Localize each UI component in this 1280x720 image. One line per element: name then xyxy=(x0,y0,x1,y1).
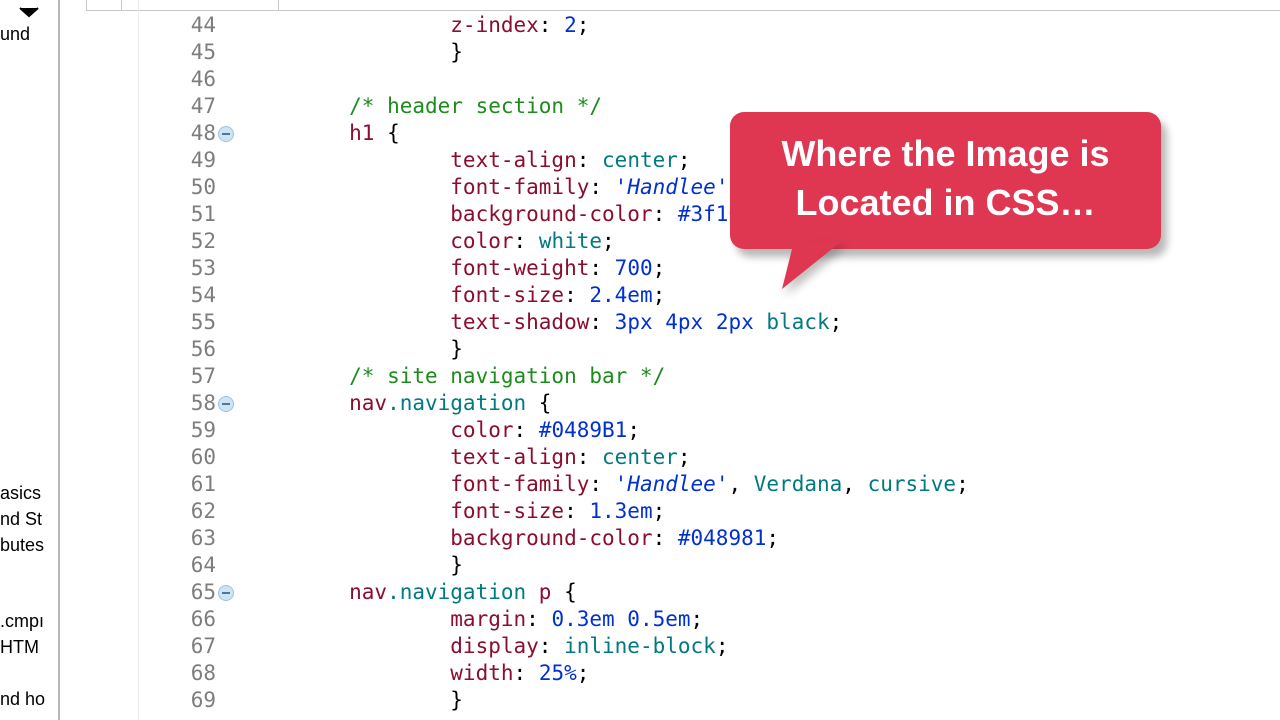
sidebar-item-fragment[interactable]: nd ho xyxy=(0,686,45,712)
line-number: 61 xyxy=(158,471,218,498)
line-number: 69 xyxy=(158,687,218,714)
app-root: und asics nd St butes .cmpı HTM nd ho 44… xyxy=(0,0,1280,720)
code-text[interactable]: /* site navigation bar */ xyxy=(218,363,665,390)
panel-dropdown-icon[interactable] xyxy=(14,3,44,21)
code-text[interactable]: text-shadow: 3px 4px 2px black; xyxy=(218,309,842,336)
sidebar-text-fragment: und xyxy=(0,24,30,45)
line-number: 60 xyxy=(158,444,218,471)
code-line[interactable]: 57 /* site navigation bar */ xyxy=(158,363,1280,390)
sidebar-fragment-group-1: asics nd St butes xyxy=(0,480,44,558)
code-text[interactable]: text-align: center; xyxy=(218,147,691,174)
code-text[interactable]: background-color: #048981; xyxy=(218,525,779,552)
line-number: 68 xyxy=(158,660,218,687)
code-text[interactable]: color: white; xyxy=(218,228,615,255)
sidebar-item-fragment[interactable]: asics xyxy=(0,480,44,506)
line-number: 56 xyxy=(158,336,218,363)
code-text[interactable]: } xyxy=(218,687,463,714)
code-text[interactable]: } xyxy=(218,39,463,66)
line-number: 67 xyxy=(158,633,218,660)
line-number: 66 xyxy=(158,606,218,633)
line-number: 54 xyxy=(158,282,218,309)
code-text[interactable]: display: inline-block; xyxy=(218,633,728,660)
code-text[interactable]: } xyxy=(218,336,463,363)
sidebar-item-fragment[interactable]: .cmpı xyxy=(0,608,45,634)
code-line[interactable]: 45 } xyxy=(158,39,1280,66)
sidebar-item-fragment[interactable]: butes xyxy=(0,532,44,558)
fold-toggle-icon[interactable] xyxy=(218,126,234,142)
code-line[interactable]: 60 text-align: center; xyxy=(158,444,1280,471)
sidebar-item-fragment xyxy=(0,660,45,686)
sidebar-item-fragment[interactable]: HTM xyxy=(0,634,45,660)
code-line[interactable]: 56 } xyxy=(158,336,1280,363)
line-number: 45 xyxy=(158,39,218,66)
code-line[interactable]: 62 font-size: 1.3em; xyxy=(158,498,1280,525)
code-line[interactable]: 66 margin: 0.3em 0.5em; xyxy=(158,606,1280,633)
code-line[interactable]: 53 font-weight: 700; xyxy=(158,255,1280,282)
code-text[interactable]: width: 25%; xyxy=(218,660,589,687)
editor-tabbar xyxy=(86,0,1280,11)
line-number: 63 xyxy=(158,525,218,552)
fold-toggle-icon[interactable] xyxy=(218,585,234,601)
code-line[interactable]: 46 xyxy=(158,66,1280,93)
line-number: 47 xyxy=(158,93,218,120)
code-line[interactable]: 44 z-index: 2; xyxy=(158,12,1280,39)
code-line[interactable]: 63 background-color: #048981; xyxy=(158,525,1280,552)
line-number: 51 xyxy=(158,201,218,228)
code-text[interactable]: font-size: 2.4em; xyxy=(218,282,665,309)
line-number: 46 xyxy=(158,66,218,93)
line-number: 48 xyxy=(158,120,218,147)
code-line[interactable]: 59 color: #0489B1; xyxy=(158,417,1280,444)
code-text[interactable]: color: #0489B1; xyxy=(218,417,640,444)
code-text[interactable]: nav.navigation p { xyxy=(218,579,577,606)
code-text[interactable]: h1 { xyxy=(218,120,400,147)
editor-tab-divider xyxy=(278,0,279,10)
sidebar-fragment: und asics nd St butes .cmpı HTM nd ho xyxy=(0,0,60,720)
code-line[interactable]: 65 nav.navigation p { xyxy=(158,579,1280,606)
code-text[interactable]: font-family: 'Handlee', Verdana, cursive… xyxy=(218,471,969,498)
editor-tab-segment[interactable] xyxy=(86,0,122,10)
code-line[interactable]: 55 text-shadow: 3px 4px 2px black; xyxy=(158,309,1280,336)
code-text[interactable]: /* header section */ xyxy=(218,93,602,120)
line-number: 44 xyxy=(158,12,218,39)
code-line[interactable]: 68 width: 25%; xyxy=(158,660,1280,687)
code-line[interactable]: 54 font-size: 2.4em; xyxy=(158,282,1280,309)
annotation-text: Where the Image is Located in CSS… xyxy=(781,133,1109,223)
code-text[interactable]: nav.navigation { xyxy=(218,390,551,417)
code-text[interactable]: } xyxy=(218,552,463,579)
line-number: 52 xyxy=(158,228,218,255)
line-number: 55 xyxy=(158,309,218,336)
line-number: 59 xyxy=(158,417,218,444)
line-number: 53 xyxy=(158,255,218,282)
code-text[interactable]: margin: 0.3em 0.5em; xyxy=(218,606,703,633)
code-text[interactable]: font-size: 1.3em; xyxy=(218,498,665,525)
line-number: 58 xyxy=(158,390,218,417)
code-line[interactable]: 67 display: inline-block; xyxy=(158,633,1280,660)
line-number: 50 xyxy=(158,174,218,201)
line-number: 62 xyxy=(158,498,218,525)
fold-toggle-icon[interactable] xyxy=(218,396,234,412)
line-number: 65 xyxy=(158,579,218,606)
code-text[interactable]: background-color: #3f1694; xyxy=(218,201,779,228)
sidebar-item-fragment[interactable]: nd St xyxy=(0,506,44,532)
line-number: 64 xyxy=(158,552,218,579)
line-number: 57 xyxy=(158,363,218,390)
editor-ruler xyxy=(138,0,139,720)
code-line[interactable]: 69 } xyxy=(158,687,1280,714)
sidebar-fragment-group-2: .cmpı HTM nd ho xyxy=(0,608,45,712)
code-text[interactable]: text-align: center; xyxy=(218,444,691,471)
annotation-callout: Where the Image is Located in CSS… xyxy=(730,112,1161,249)
code-line[interactable]: 61 font-family: 'Handlee', Verdana, curs… xyxy=(158,471,1280,498)
code-text[interactable]: font-weight: 700; xyxy=(218,255,665,282)
code-text[interactable]: z-index: 2; xyxy=(218,12,589,39)
code-line[interactable]: 58 nav.navigation { xyxy=(158,390,1280,417)
line-number: 49 xyxy=(158,147,218,174)
code-line[interactable]: 64 } xyxy=(158,552,1280,579)
code-editor[interactable]: 44 z-index: 2;45 }4647 /* header section… xyxy=(58,0,1280,720)
